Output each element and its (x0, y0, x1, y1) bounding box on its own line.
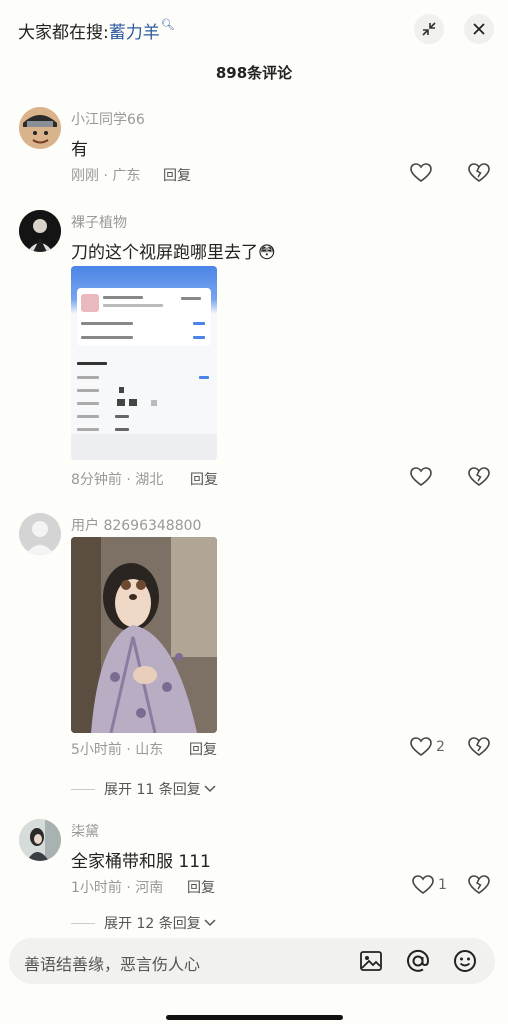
expand-replies-button[interactable]: 展开 12 条回复 (71, 916, 216, 930)
comment-meta: 8分钟前 · 湖北 (71, 472, 164, 488)
broken-heart-icon (468, 467, 490, 486)
expand-divider (71, 788, 95, 790)
reply-button[interactable]: 回复 (190, 469, 218, 489)
search-suggestion-term[interactable]: 蓄力羊 (109, 23, 160, 43)
comment-username[interactable]: 柒黛 (71, 821, 99, 841)
like-button[interactable] (410, 467, 432, 487)
dislike-button[interactable] (468, 467, 490, 491)
comment-image-order-screenshot[interactable] (71, 266, 217, 460)
comment-username[interactable]: 小江同学66 (71, 109, 145, 129)
comment-username[interactable]: 裸子植物 (71, 212, 127, 232)
comment-image-photo[interactable] (71, 537, 217, 733)
comment-username[interactable]: 用户 82696348800 (71, 515, 201, 535)
comment-count-title: 898条评论 (215, 64, 293, 82)
search-suggestion-prefix: 大家都在搜: (18, 23, 109, 43)
like-button[interactable]: 2 (410, 737, 445, 757)
heart-icon (410, 467, 432, 486)
image-button[interactable] (358, 948, 384, 974)
like-button[interactable] (410, 163, 432, 183)
emoji-icon (454, 950, 476, 972)
dislike-button[interactable] (468, 875, 490, 899)
top-bar: 大家都在搜:蓄力羊🔍︎ (0, 0, 508, 58)
heart-icon (410, 737, 432, 756)
dislike-button[interactable] (468, 737, 490, 761)
comment-meta: 1小时前 · 河南 (71, 880, 164, 896)
like-button[interactable]: 1 (412, 875, 447, 895)
close-button[interactable] (464, 14, 494, 44)
comment-meta: 5小时前 · 山东 (71, 742, 164, 758)
comment-meta: 刚刚 · 广东 (71, 168, 141, 184)
avatar[interactable] (19, 513, 61, 555)
expand-replies-button[interactable]: 展开 11 条回复 (71, 779, 216, 799)
home-indicator[interactable] (166, 1015, 343, 1020)
comment-input-placeholder[interactable]: 善语结善缘，恶言伤人心 (24, 951, 200, 975)
avatar[interactable] (19, 107, 61, 149)
expand-divider (71, 922, 95, 924)
search-icon: 🔍︎ (160, 18, 175, 31)
emoji-button[interactable] (452, 948, 478, 974)
close-icon (473, 23, 485, 35)
avatar[interactable] (19, 819, 61, 861)
comment-text: 全家桶带和服 111 (71, 852, 211, 872)
search-suggestion[interactable]: 大家都在搜:蓄力羊🔍︎ (18, 18, 175, 43)
heart-icon (410, 163, 432, 182)
comment-text: 有 (71, 140, 88, 160)
heart-icon (412, 875, 434, 894)
expand-replies-label: 展开 11 条回复 (104, 782, 201, 798)
at-icon (407, 949, 430, 972)
broken-heart-icon (468, 875, 490, 894)
comment-text: 刀的这个视屏跑哪里去了😳 (71, 243, 276, 263)
collapse-icon (422, 22, 436, 36)
image-icon (360, 951, 382, 971)
mention-button[interactable] (405, 948, 431, 974)
expand-replies-label: 展开 12 条回复 (104, 916, 201, 930)
broken-heart-icon (468, 163, 490, 182)
collapse-button[interactable] (414, 14, 444, 44)
reply-button[interactable]: 回复 (189, 739, 217, 759)
reply-button[interactable]: 回复 (187, 877, 215, 897)
reply-button[interactable]: 回复 (163, 165, 191, 185)
broken-heart-icon (468, 737, 490, 756)
avatar[interactable] (19, 210, 61, 252)
like-count: 2 (436, 739, 445, 755)
chevron-down-icon (204, 785, 216, 793)
comment-input-bar[interactable]: 善语结善缘，恶言伤人心 (9, 938, 495, 984)
chevron-down-icon (204, 919, 216, 927)
dislike-button[interactable] (468, 163, 490, 187)
like-count: 1 (438, 877, 447, 893)
